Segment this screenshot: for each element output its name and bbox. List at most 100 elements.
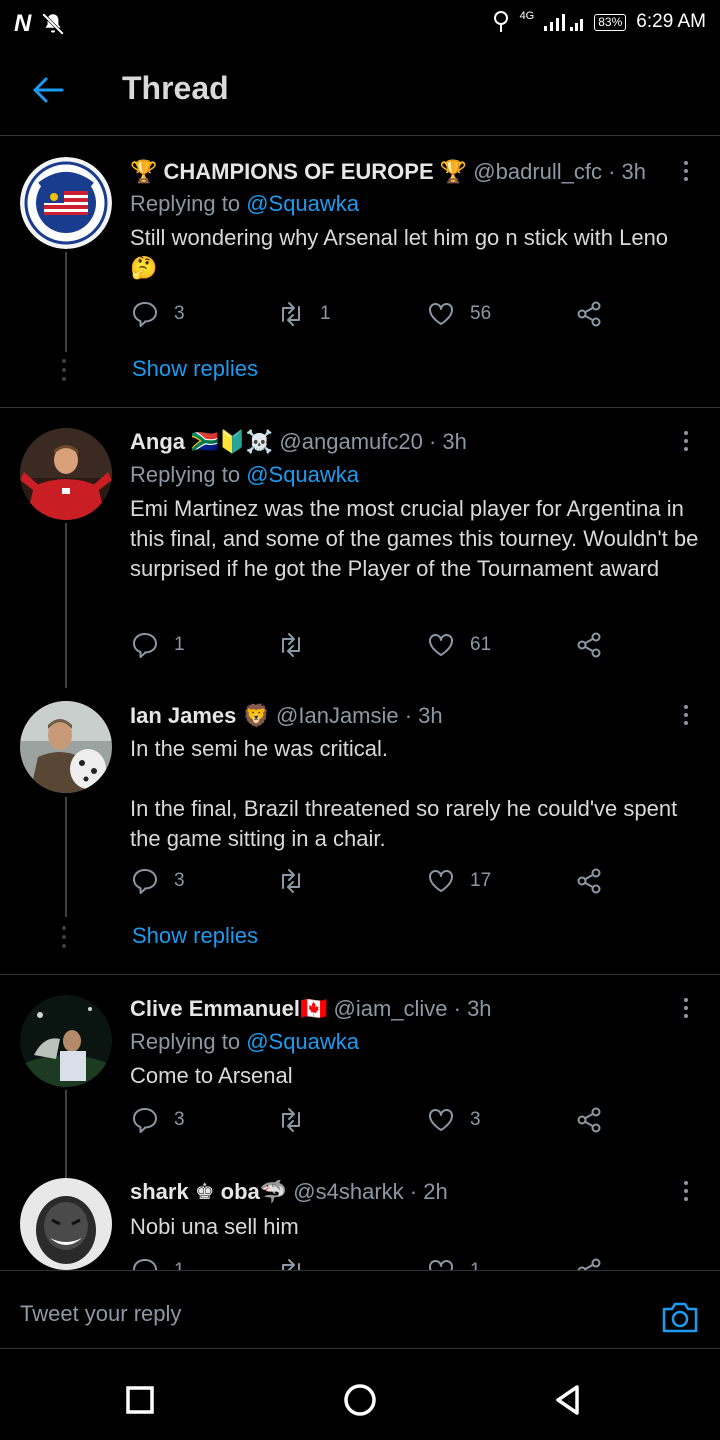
display-name[interactable]: 🏆 CHAMPIONS OF EUROPE 🏆: [130, 159, 467, 184]
reply-button[interactable]: 1: [130, 630, 185, 660]
retweet-icon: [282, 1108, 300, 1132]
more-options-button[interactable]: [678, 701, 694, 731]
like-button[interactable]: 1: [426, 1256, 481, 1270]
top-app-bar: Thread: [0, 48, 720, 136]
more-options-button[interactable]: [678, 157, 694, 187]
reply-button[interactable]: 3: [130, 299, 185, 329]
back-nav-button[interactable]: [551, 1383, 585, 1417]
system-nav-bar: [0, 1348, 720, 1440]
handle-time: @s4sharkk · 2h: [293, 1179, 448, 1204]
tweet-text: Still wondering why Arsenal let him go n…: [130, 225, 669, 280]
reply-button[interactable]: 1: [130, 1256, 185, 1270]
mention-link[interactable]: @Squawka: [246, 462, 359, 487]
arrow-left-icon: [33, 77, 64, 103]
like-count: 61: [470, 634, 492, 655]
more-options-button[interactable]: [678, 1177, 694, 1207]
retweet-button[interactable]: [276, 1105, 320, 1135]
tweet[interactable]: Clive Emmanuel🇨🇦 @iam_clive · 3h Replyin…: [0, 975, 720, 1180]
show-replies-link[interactable]: Show replies: [132, 356, 258, 382]
avatar[interactable]: [20, 1178, 112, 1270]
tweet-actions: 1 1: [130, 1256, 610, 1270]
handle-time: @IanJamsie · 3h: [276, 703, 443, 728]
handle-time: @iam_clive · 3h: [333, 996, 492, 1021]
page-title: Thread: [122, 70, 229, 106]
retweet-count: 1: [320, 303, 331, 324]
battery-indicator: 83%: [594, 13, 627, 31]
retweet-button[interactable]: [276, 866, 320, 896]
reply-count: 1: [174, 634, 185, 655]
display-name[interactable]: Ian James 🦁: [130, 703, 270, 728]
like-button[interactable]: 3: [426, 1105, 481, 1135]
reply-count: 1: [174, 1260, 185, 1270]
like-count: 1: [470, 1260, 481, 1270]
share-button[interactable]: [574, 299, 604, 329]
recents-button[interactable]: [123, 1383, 157, 1417]
heart-icon: [429, 1260, 453, 1270]
reply-count: 3: [174, 1109, 185, 1130]
share-button[interactable]: [574, 630, 604, 660]
location-icon: [493, 11, 508, 32]
thread-gap-dots: [62, 359, 68, 381]
like-button[interactable]: 56: [426, 299, 491, 329]
reply-input[interactable]: Tweet your reply: [20, 1301, 181, 1327]
avatar[interactable]: [20, 157, 112, 249]
retweet-button[interactable]: [276, 630, 320, 660]
share-icon: [577, 1107, 601, 1133]
profile-photo-icon: [20, 995, 112, 1087]
share-icon: [577, 632, 601, 658]
avatar[interactable]: [20, 428, 112, 520]
profile-photo-icon: [20, 1178, 112, 1270]
retweet-icon: [282, 633, 300, 657]
more-options-button[interactable]: [678, 427, 694, 457]
tweet[interactable]: shark ♚ oba🦈 @s4sharkk · 2h Nobi una sel…: [0, 1158, 720, 1270]
tweet-header: Anga 🇿🇦🔰☠️ @angamufc20 · 3h: [130, 429, 467, 455]
like-count: 3: [470, 1109, 481, 1130]
tweet[interactable]: Anga 🇿🇦🔰☠️ @angamufc20 · 3h Replying to …: [0, 408, 720, 688]
share-button[interactable]: [574, 1256, 604, 1270]
mention-link[interactable]: @Squawka: [246, 191, 359, 216]
more-options-button[interactable]: [678, 994, 694, 1024]
notifications-off-icon: [42, 13, 65, 35]
display-name[interactable]: shark ♚ oba🦈: [130, 1179, 287, 1204]
tweet[interactable]: 🏆 CHAMPIONS OF EUROPE 🏆 @badrull_cfc · 3…: [0, 137, 720, 407]
tweet-header: Clive Emmanuel🇨🇦 @iam_clive · 3h: [130, 996, 492, 1022]
circle-icon: [344, 1384, 376, 1416]
like-count: 56: [470, 303, 492, 324]
show-replies-link[interactable]: Show replies: [132, 923, 258, 949]
back-button[interactable]: [26, 70, 70, 110]
share-icon: [577, 868, 601, 894]
avatar[interactable]: [20, 701, 112, 793]
home-button[interactable]: [343, 1383, 377, 1417]
comment-icon: [133, 1108, 157, 1133]
camera-button[interactable]: [660, 1299, 700, 1335]
tweet-text: Come to Arsenal: [130, 1063, 293, 1088]
comment-icon: [133, 633, 157, 658]
retweet-button[interactable]: 1: [276, 299, 331, 329]
like-button[interactable]: 17: [426, 866, 491, 896]
clock: 6:29 AM: [636, 11, 706, 32]
like-button[interactable]: 61: [426, 630, 491, 660]
display-name[interactable]: Clive Emmanuel🇨🇦: [130, 996, 327, 1021]
share-button[interactable]: [574, 1105, 604, 1135]
retweet-button[interactable]: [276, 1256, 320, 1270]
avatar[interactable]: [20, 995, 112, 1087]
mention-link[interactable]: @Squawka: [246, 1029, 359, 1054]
camera-icon: [662, 1302, 698, 1333]
retweet-icon: [282, 1259, 300, 1270]
replying-to: Replying to @Squawka: [130, 191, 359, 217]
reply-button[interactable]: 3: [130, 866, 185, 896]
heart-icon: [429, 870, 453, 892]
display-name[interactable]: Anga 🇿🇦🔰☠️: [130, 429, 273, 454]
thread-line: [65, 797, 67, 917]
reply-button[interactable]: 3: [130, 1105, 185, 1135]
thread-line: [65, 252, 67, 352]
comment-icon: [133, 1259, 157, 1270]
reply-composer: Tweet your reply: [0, 1270, 720, 1348]
replying-to: Replying to @Squawka: [130, 462, 359, 488]
tweet-actions: 1 61: [130, 630, 610, 666]
chelsea-badge-icon: [20, 157, 112, 249]
tweet[interactable]: Ian James 🦁 @IanJamsie · 3h In the semi …: [0, 680, 720, 974]
share-button[interactable]: [574, 866, 604, 896]
tweet-actions: 3 3: [130, 1105, 610, 1141]
thread-feed[interactable]: 🏆 CHAMPIONS OF EUROPE 🏆 @badrull_cfc · 3…: [0, 137, 720, 1270]
